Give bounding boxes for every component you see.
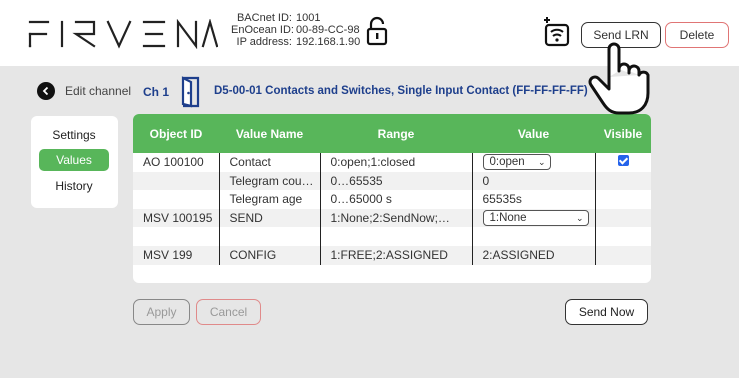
- device-info: BACnet ID: 1001 EnOcean ID: 00-89-CC-98 IP…: [231, 12, 360, 48]
- value-name-cell: Contact: [218, 153, 320, 172]
- table-row: Telegram counter 0…65535 0: [133, 171, 651, 191]
- object-id-cell: MSV 100195: [143, 211, 213, 226]
- col-value-name: Value Name: [235, 126, 304, 141]
- enocean-id: 00-89-CC-98: [296, 24, 360, 36]
- col-value: Value: [517, 126, 550, 141]
- value-cell: 1:None ⌄: [471, 208, 595, 228]
- unlock-icon[interactable]: [366, 16, 388, 46]
- value-cell: 0: [471, 171, 595, 191]
- enocean-label: EnOcean ID:: [231, 24, 294, 36]
- send-now-button[interactable]: Send Now: [565, 299, 648, 325]
- range-cell: 1:FREE;2:ASSIGNED: [319, 245, 472, 265]
- sidebar-item-values[interactable]: Values: [39, 149, 109, 171]
- col-object-id: Object ID: [149, 126, 203, 141]
- select-value: 1:None: [489, 212, 527, 225]
- sidebar-nav: Settings Values History: [31, 116, 118, 208]
- value-name-cell: CONFIG: [218, 245, 320, 265]
- add-wireless-device-icon[interactable]: [542, 17, 570, 47]
- value-cell: 0:open ⌄: [471, 153, 595, 172]
- select-value: 0:open: [489, 156, 525, 169]
- range-cell: [319, 227, 472, 246]
- table-header-row: Object ID Value Name Range Value Visible: [133, 114, 651, 153]
- channel-label: Ch 1: [143, 85, 170, 99]
- values-table-container: Object ID Value Name Range Value Visible…: [133, 114, 651, 283]
- value-cell: 2:ASSIGNED: [471, 245, 595, 265]
- sidebar-item-history[interactable]: History: [39, 175, 109, 197]
- contact-value-select[interactable]: 0:open ⌄: [482, 154, 551, 171]
- visible-cell: [594, 208, 651, 228]
- table-row: [133, 227, 651, 246]
- breadcrumb: Edit channel: [37, 81, 131, 101]
- chevron-down-icon: ⌄: [537, 156, 546, 167]
- range-cell: 0…65535: [319, 171, 472, 191]
- ip-label: IP address:: [236, 36, 292, 48]
- value-cell: [471, 227, 595, 246]
- object-id-cell: [133, 172, 219, 191]
- range-cell: 0:open;1:closed: [319, 153, 472, 172]
- value-name-cell: Telegram counter: [218, 171, 320, 191]
- range-cell: 0…65000 s: [319, 190, 472, 209]
- table-row: MSV 199 CONFIG 1:FREE;2:ASSIGNED 2:ASSIG…: [133, 245, 651, 265]
- visible-cell: [594, 245, 651, 265]
- bacnet-label: BACnet ID:: [236, 12, 292, 24]
- apply-button[interactable]: Apply: [133, 299, 190, 325]
- cancel-button[interactable]: Cancel: [196, 299, 261, 325]
- value-name-cell: Telegram age: [218, 190, 320, 209]
- object-id-cell: MSV 199: [143, 248, 193, 263]
- value-cell: 65535s: [471, 190, 595, 209]
- sidebar-item-settings[interactable]: Settings: [39, 124, 109, 146]
- visible-cell: [594, 171, 651, 191]
- object-id-cell: [133, 190, 219, 209]
- firvena-logo: [28, 19, 218, 49]
- col-range: Range: [377, 126, 415, 141]
- visible-checkbox[interactable]: [617, 155, 629, 167]
- delete-button[interactable]: Delete: [665, 22, 729, 48]
- visible-cell: [594, 190, 651, 209]
- edit-channel-label[interactable]: Edit channel: [65, 84, 131, 98]
- visible-cell: [594, 227, 651, 246]
- table-row: Telegram age 0…65000 s 65535s: [133, 190, 651, 209]
- visible-cell: [594, 153, 651, 172]
- value-name-cell: [218, 227, 320, 246]
- back-icon[interactable]: [37, 82, 55, 100]
- send-value-select[interactable]: 1:None ⌄: [482, 210, 589, 227]
- table-row: AO 100100 Contact 0:open;1:closed 0:open…: [133, 153, 651, 172]
- object-id-cell: AO 100100: [143, 155, 204, 170]
- hand-pointer-icon: [588, 42, 650, 115]
- range-cell: 1:None;2:SendNow;…: [319, 208, 472, 228]
- values-table: Object ID Value Name Range Value Visible…: [133, 114, 651, 265]
- channel-profile: D5-00-01 Contacts and Switches, Single I…: [214, 85, 588, 97]
- ip-address: 192.168.1.90: [296, 36, 361, 48]
- door-contact-icon: [181, 76, 200, 108]
- bacnet-id: 1001: [296, 12, 321, 24]
- value-name-cell: SEND: [218, 208, 320, 228]
- object-id-cell: [133, 227, 219, 246]
- col-visible: Visible: [603, 126, 643, 141]
- chevron-down-icon: ⌄: [575, 212, 584, 223]
- table-row: MSV 100195 SEND 1:None;2:SendNow;… 1:Non…: [133, 208, 651, 228]
